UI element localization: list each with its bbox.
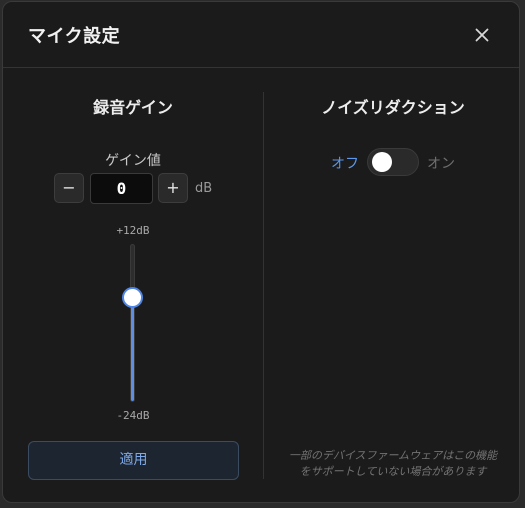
slider-max-label: +12dB [116, 224, 150, 237]
close-button[interactable] [471, 24, 493, 46]
gain-slider-track[interactable] [130, 244, 135, 402]
gain-decrease-button[interactable]: − [54, 173, 84, 203]
note-line-1: 一部のデバイスファームウェアはこの機能 [288, 449, 498, 462]
noise-reduction-toggle[interactable] [367, 148, 419, 176]
compatibility-note: 一部のデバイスファームウェアはこの機能 をサポートしていない場合があります [275, 448, 511, 480]
noise-reduction-title: ノイズリダクション [321, 98, 465, 117]
mic-settings-dialog: マイク設定 録音ゲイン ノイズリダクション ゲイン値 − + dB +12dB … [2, 1, 520, 503]
apply-button[interactable]: 適用 [28, 441, 239, 480]
dialog-title: マイク設定 [28, 26, 121, 47]
toggle-knob [372, 152, 392, 172]
close-icon [475, 28, 489, 42]
gain-value-label: ゲイン値 [105, 153, 161, 169]
gain-section-title: 録音ゲイン [93, 98, 173, 117]
gain-increase-button[interactable]: + [158, 173, 188, 203]
toggle-on-label: オン [427, 156, 455, 172]
gain-slider-fill [131, 297, 134, 401]
gain-unit: dB [195, 181, 213, 196]
gain-slider-thumb[interactable] [122, 286, 143, 308]
dialog-header: マイク設定 [3, 2, 519, 68]
column-divider [263, 92, 264, 479]
note-line-2: をサポートしていない場合があります [299, 465, 487, 478]
toggle-off-label: オフ [331, 156, 359, 172]
gain-value-input[interactable] [90, 173, 153, 204]
slider-min-label: -24dB [116, 409, 150, 422]
